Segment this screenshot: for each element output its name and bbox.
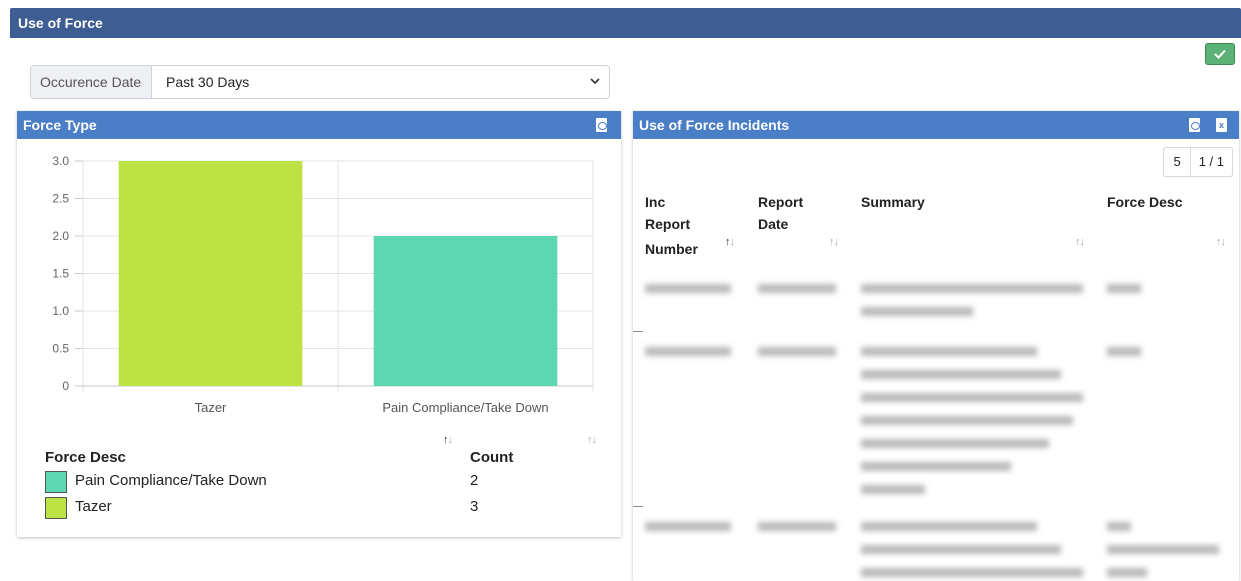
x-tick-label: Pain Compliance/Take Down (382, 400, 548, 415)
force-type-panel: Force Type 0 0.5 1.0 1.5 2.0 2.5 3.0 Tazer Pain … (17, 111, 621, 537)
redacted-cell (861, 515, 1091, 577)
legend-header-force-desc[interactable]: Force Desc (45, 449, 126, 466)
legend-count: 2 (470, 472, 479, 489)
row-divider (633, 331, 643, 332)
y-tick-label: 3.0 (52, 154, 69, 168)
bar-pain-compliance-take-down[interactable] (373, 236, 558, 386)
pdf-export-icon[interactable] (596, 118, 607, 132)
legend-count: 3 (470, 498, 479, 515)
legend-row: Tazer 3 (45, 495, 605, 521)
sort-icon[interactable]: ↑↓ (1216, 236, 1226, 248)
header-line: Number (645, 241, 698, 257)
row-divider (633, 506, 643, 507)
page-size-select[interactable]: 5 (1164, 148, 1191, 176)
pagination: 5 1 / 1 (1163, 147, 1233, 177)
sort-icon[interactable]: ↑↓ (443, 434, 453, 446)
y-tick-label: 2.5 (52, 192, 69, 206)
y-tick-label: 0.5 (52, 342, 69, 356)
redacted-cell (861, 277, 1091, 316)
redacted-cell (758, 340, 836, 363)
header-line: Report (645, 216, 691, 232)
sort-icon[interactable]: ↑↓ (725, 236, 735, 248)
apply-button[interactable] (1205, 43, 1235, 65)
column-header-summary[interactable]: Summary (861, 191, 925, 213)
table-row[interactable] (633, 511, 1239, 581)
chevron-down-icon (589, 66, 601, 110)
page-title: Use of Force (10, 8, 1241, 38)
top-strip (0, 0, 1241, 8)
filter-label: Occurence Date (31, 66, 152, 98)
legend-swatch (45, 497, 67, 519)
header-line: Report (758, 194, 804, 210)
redacted-cell (1107, 515, 1227, 577)
sort-icon[interactable]: ↑↓ (1075, 236, 1085, 248)
redacted-cell (1107, 277, 1141, 300)
redacted-cell (645, 340, 731, 363)
date-range-value: Past 30 Days (166, 74, 250, 90)
legend-header-row: Force Desc ↑↓ Count ↑↓ (45, 431, 605, 469)
y-tick-label: 2.0 (52, 229, 69, 243)
date-range-select[interactable]: Past 30 Days (152, 66, 609, 98)
header-line: Date (758, 216, 789, 232)
redacted-cell (758, 515, 836, 538)
legend-label: Pain Compliance/Take Down (75, 472, 267, 489)
column-header-report-date[interactable]: Report Date (758, 191, 803, 235)
force-type-title: Force Type (23, 117, 97, 133)
column-header-inc-report-number[interactable]: Inc Report Number (645, 191, 698, 260)
x-tick-label: Tazer (195, 400, 227, 415)
redacted-cell (645, 277, 731, 300)
legend-header-count[interactable]: Count (470, 449, 513, 466)
checkmark-icon (1214, 49, 1226, 59)
y-tick-label: 1.0 (52, 304, 69, 318)
column-header-force-desc[interactable]: Force Desc (1107, 191, 1182, 213)
header-line: Inc (645, 194, 666, 210)
redacted-cell (861, 340, 1091, 494)
table-row[interactable] (633, 336, 1239, 506)
page-indicator[interactable]: 1 / 1 (1191, 148, 1232, 176)
legend-row: Pain Compliance/Take Down 2 (45, 469, 605, 495)
sort-icon[interactable]: ↑↓ (587, 434, 597, 446)
redacted-cell (1107, 340, 1141, 363)
excel-export-icon[interactable]: x (1216, 118, 1227, 132)
occurence-date-filter: Occurence Date Past 30 Days (30, 65, 610, 99)
sort-icon[interactable]: ↑↓ (829, 236, 839, 248)
force-type-legend-table: Force Desc ↑↓ Count ↑↓ Pain Compliance/T… (45, 431, 605, 521)
table-row[interactable] (633, 273, 1239, 331)
force-type-header: Force Type (17, 111, 621, 139)
redacted-cell (645, 515, 731, 538)
bar-tazer[interactable] (118, 161, 303, 386)
legend-swatch (45, 471, 67, 493)
pdf-export-icon[interactable] (1189, 118, 1200, 132)
redacted-cell (758, 277, 836, 300)
incidents-title: Use of Force Incidents (639, 117, 790, 133)
y-tick-label: 0 (62, 379, 69, 393)
y-tick-label: 1.5 (52, 267, 69, 281)
incidents-panel: Use of Force Incidents x 5 1 / 1 Inc Rep… (633, 111, 1239, 581)
incidents-header: Use of Force Incidents x (633, 111, 1239, 139)
legend-label: Tazer (75, 498, 112, 515)
force-type-bar-chart: 0 0.5 1.0 1.5 2.0 2.5 3.0 Tazer Pain Compliance/… (52, 154, 594, 415)
